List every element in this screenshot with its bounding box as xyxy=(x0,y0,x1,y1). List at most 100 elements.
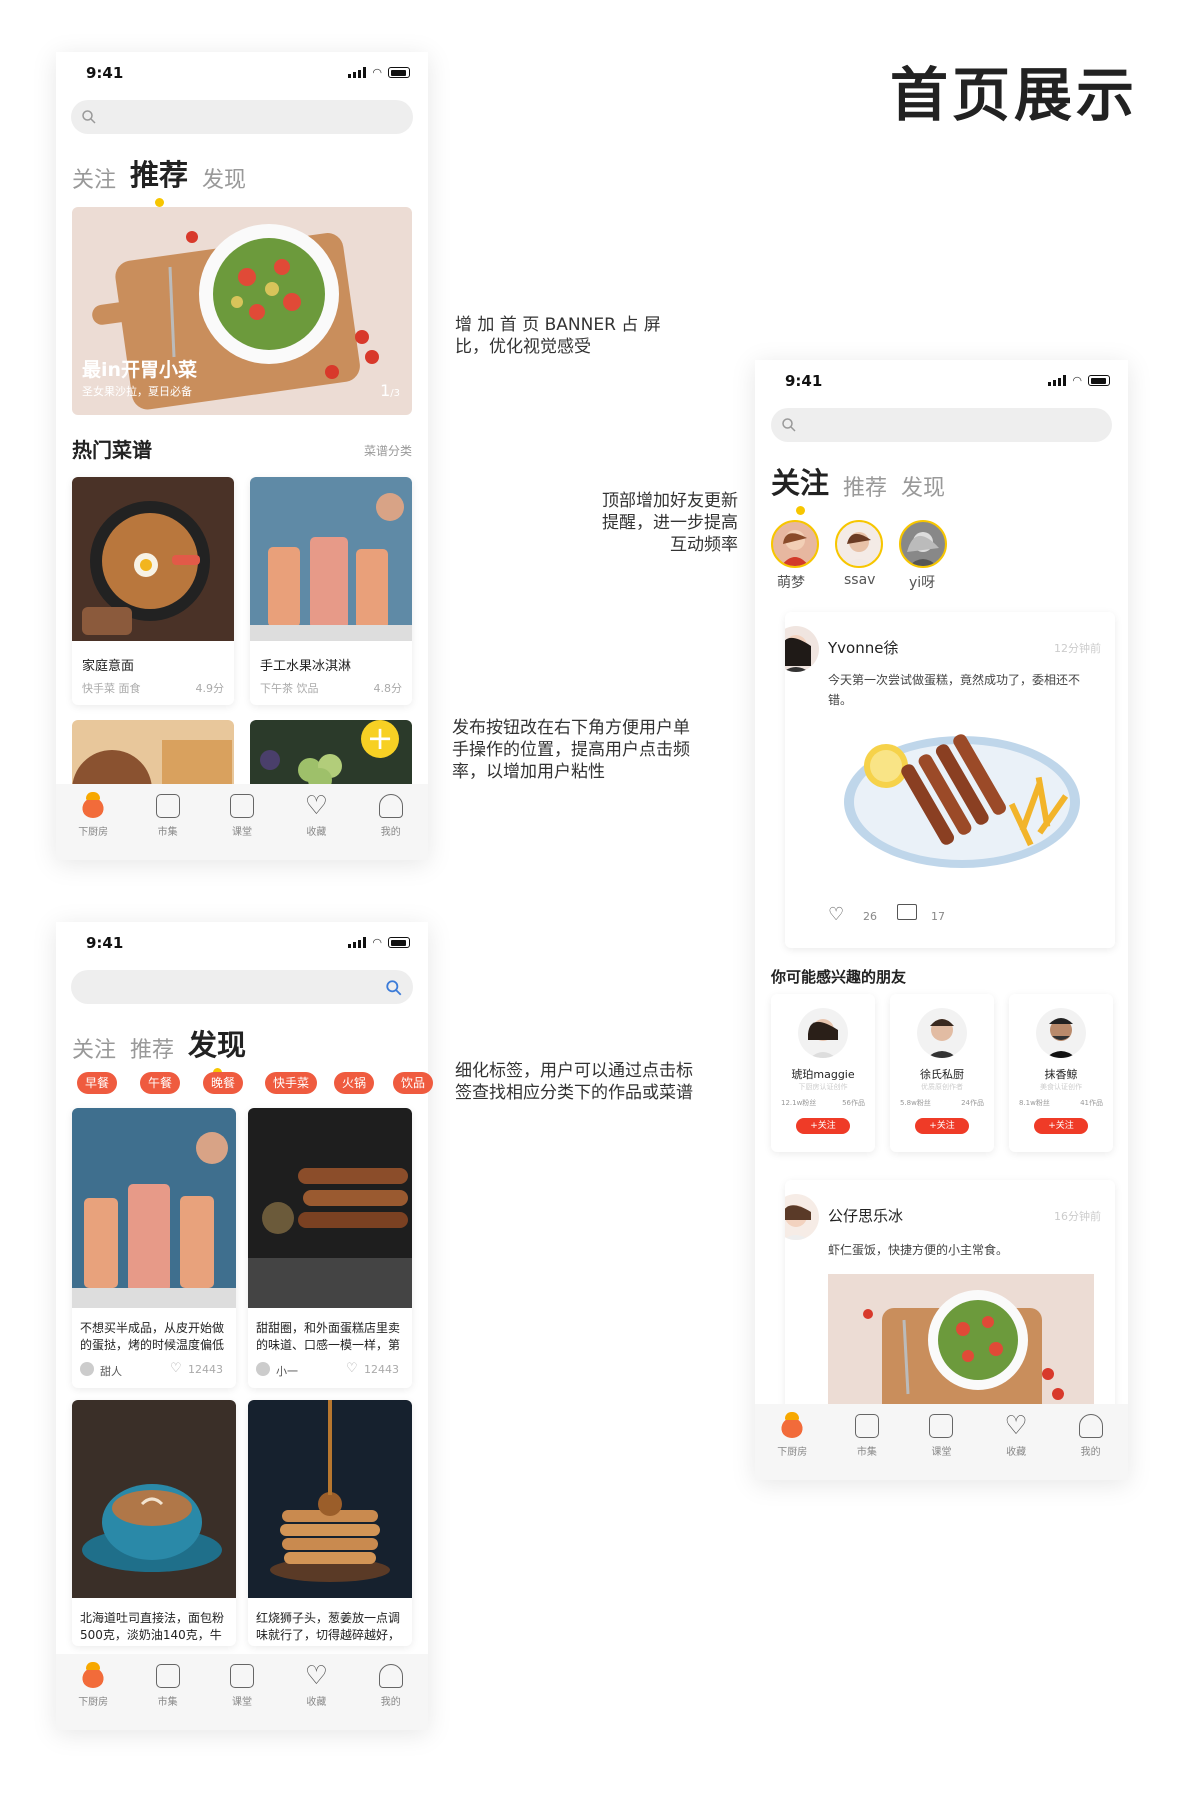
tab-recommend[interactable]: 推荐 xyxy=(843,470,887,502)
tag-chip-drinks[interactable]: 饮品 xyxy=(393,1072,434,1094)
suggest-card[interactable]: 琥珀maggie 下厨房认证创作 12.1w粉丝 56作品 +关注 xyxy=(771,994,875,1152)
recipe-category-link[interactable]: 菜谱分类 xyxy=(364,442,412,459)
feed-text: 虾仁蛋饭，快捷方便的小主常食。 xyxy=(828,1243,1009,1257)
recipe-name: 家庭意面 xyxy=(82,659,135,674)
tab-discover[interactable]: 发现 xyxy=(901,470,945,502)
phone-recommend: 9:41 ◠ 关注 推荐 发现 最in开胃小菜 圣女果沙拉，夏日必备 1/3 热… xyxy=(56,52,428,860)
tabbar-label: 我的 xyxy=(380,1697,401,1708)
heart-icon[interactable]: ♡ xyxy=(170,1361,182,1376)
tag-chip-hotpot[interactable]: 火锅 xyxy=(334,1072,375,1094)
tabbar-item-class[interactable]: 课堂 xyxy=(212,1664,272,1730)
signal-icons: ◠ xyxy=(348,936,410,949)
feed-card[interactable]: Yvonne徐 12分钟前 今天第一次尝试做蛋糕，竟然成功了，委相还不错。 ♡ … xyxy=(785,612,1115,948)
wifi-icon: ◠ xyxy=(1072,374,1082,387)
recipe-card[interactable]: 家庭意面 快手菜 面食 4.9分 xyxy=(72,477,234,705)
tabbar-item-fav[interactable]: ♡ 收藏 xyxy=(986,1411,1046,1480)
tabbar-item-market[interactable]: 市集 xyxy=(837,1414,897,1480)
follow-button[interactable]: +关注 xyxy=(1034,1118,1088,1134)
post-card[interactable]: 不想买半成品，从皮开始做的蛋挞，烤的时候温度偏低 甜人 ♡ 12443 xyxy=(72,1108,236,1388)
tabbar-label: 收藏 xyxy=(306,1697,327,1708)
waffle-image[interactable] xyxy=(72,720,234,790)
signal-icons: ◠ xyxy=(348,66,410,79)
status-time: 9:41 xyxy=(86,64,124,82)
friend-avatar[interactable] xyxy=(771,520,819,568)
battery-icon xyxy=(388,67,410,78)
note-friends: 顶部增加好友更新提醒，进一步提高互动频率 xyxy=(602,491,738,555)
post-card[interactable]: 甜甜圈，和外面蛋糕店里卖的味道、口感一模一样，第 小一 ♡ 12443 xyxy=(248,1108,412,1388)
tabbar-item-home[interactable]: 下厨房 xyxy=(63,1662,123,1730)
user-avatar[interactable] xyxy=(785,626,819,672)
suggest-card[interactable]: 徐氏私厨 优质原创作者 5.8w粉丝 24作品 +关注 xyxy=(890,994,994,1152)
tabbar-item-class[interactable]: 课堂 xyxy=(911,1414,971,1480)
publish-fab[interactable]: + xyxy=(361,720,399,758)
recipe-card[interactable]: 手工水果冰淇淋 下午茶 饮品 4.8分 xyxy=(250,477,412,705)
post-likes: 12443 xyxy=(364,1363,399,1376)
feed-card[interactable]: 公仔思乐冰 16分钟前 虾仁蛋饭，快捷方便的小主常食。 xyxy=(785,1180,1115,1420)
tabbar-item-home[interactable]: 下厨房 xyxy=(63,792,123,860)
tab-follow[interactable]: 关注 xyxy=(72,1032,116,1064)
friend-avatar[interactable] xyxy=(899,520,947,568)
tab-discover[interactable]: 发现 xyxy=(202,162,246,194)
friend-avatar[interactable] xyxy=(835,520,883,568)
heart-icon[interactable]: ♡ xyxy=(346,1361,358,1376)
heart-icon: ♡ xyxy=(1004,1411,1028,1441)
follow-button[interactable]: +关注 xyxy=(915,1118,969,1134)
avatar xyxy=(256,1362,270,1376)
suggest-desc: 美食认证创作 xyxy=(1040,1083,1082,1091)
search-input[interactable] xyxy=(71,100,413,134)
tabbar-label: 收藏 xyxy=(306,827,327,838)
tab-follow[interactable]: 关注 xyxy=(771,460,829,515)
tab-discover[interactable]: 发现 xyxy=(188,1022,246,1077)
recipe-rating: 4.8分 xyxy=(373,682,403,695)
tab-recommend[interactable]: 推荐 xyxy=(130,152,188,207)
follow-button[interactable]: +关注 xyxy=(796,1118,850,1134)
post-author: 小一 xyxy=(276,1365,298,1378)
feed-time: 12分钟前 xyxy=(1054,642,1101,655)
feed-user[interactable]: 公仔思乐冰 xyxy=(828,1205,903,1226)
post-text: 北海道吐司直接法，面包粉500克，淡奶油140克，牛 xyxy=(80,1611,225,1642)
tag-chip-lunch[interactable]: 午餐 xyxy=(140,1072,181,1094)
post-card[interactable]: 北海道吐司直接法，面包粉500克，淡奶油140克，牛 xyxy=(72,1400,236,1646)
suggest-works: 41作品 xyxy=(1080,1099,1103,1107)
tabbar-item-me[interactable]: 我的 xyxy=(1061,1414,1121,1480)
tag-chip-dinner[interactable]: 晚餐 xyxy=(203,1072,244,1094)
feed-user[interactable]: Yvonne徐 xyxy=(828,637,898,658)
tab-recommend[interactable]: 推荐 xyxy=(130,1032,174,1064)
banner-pager-total: /3 xyxy=(390,388,400,399)
suggest-title: 你可能感兴趣的朋友 xyxy=(771,968,907,986)
post-card[interactable]: 红烧狮子头，葱姜放一点调味就行了，切得越碎越好， xyxy=(248,1400,412,1646)
tabbar-label: 收藏 xyxy=(1006,1447,1027,1458)
tabbar-item-market[interactable]: 市集 xyxy=(138,1664,198,1730)
banner-pager-current: 1 xyxy=(380,381,391,400)
tabbar-item-home[interactable]: 下厨房 xyxy=(762,1412,822,1480)
note-tags: 细化标签，用户可以通过点击标签查找相应分类下的作品或菜谱 xyxy=(455,1061,693,1103)
tabbar-item-fav[interactable]: ♡ 收藏 xyxy=(286,1663,346,1730)
user-avatar[interactable] xyxy=(785,1194,819,1240)
chef-home-icon xyxy=(81,1662,106,1688)
suggest-works: 24作品 xyxy=(961,1099,984,1107)
search-icon xyxy=(386,980,402,996)
classroom-play-icon xyxy=(929,1414,954,1438)
note-banner: 增 加 首 页 BANNER 占 屏比，优化视觉感受 xyxy=(455,315,661,357)
suggest-card[interactable]: 抹香鲸 美食认证创作 8.1w粉丝 41作品 +关注 xyxy=(1009,994,1113,1152)
tag-chip-quick[interactable]: 快手菜 xyxy=(265,1072,318,1094)
search-input[interactable] xyxy=(771,408,1112,442)
salad-board-image xyxy=(828,1274,1094,1420)
user-avatar xyxy=(798,1008,848,1058)
section-title: 热门菜谱 xyxy=(72,438,152,462)
avatar xyxy=(80,1362,94,1376)
tabbar-item-market[interactable]: 市集 xyxy=(138,794,198,860)
tab-follow[interactable]: 关注 xyxy=(72,162,116,194)
bottom-tabbar: 下厨房 市集 课堂 ♡ 收藏 我的 xyxy=(56,784,428,860)
search-input[interactable] xyxy=(71,970,413,1004)
tabbar-item-class[interactable]: 课堂 xyxy=(212,794,272,860)
like-button[interactable]: ♡ xyxy=(828,904,844,925)
tag-chip-breakfast[interactable]: 早餐 xyxy=(77,1072,118,1094)
tabbar-item-me[interactable]: 我的 xyxy=(361,1664,421,1730)
signal-icons: ◠ xyxy=(1048,374,1110,387)
battery-icon xyxy=(388,937,410,948)
tabbar-item-fav[interactable]: ♡ 收藏 xyxy=(286,793,346,860)
tabbar-item-me[interactable]: 我的 xyxy=(361,794,421,860)
comment-button[interactable] xyxy=(897,904,917,920)
home-banner[interactable]: 最in开胃小菜 圣女果沙拉，夏日必备 1/3 xyxy=(72,207,412,415)
